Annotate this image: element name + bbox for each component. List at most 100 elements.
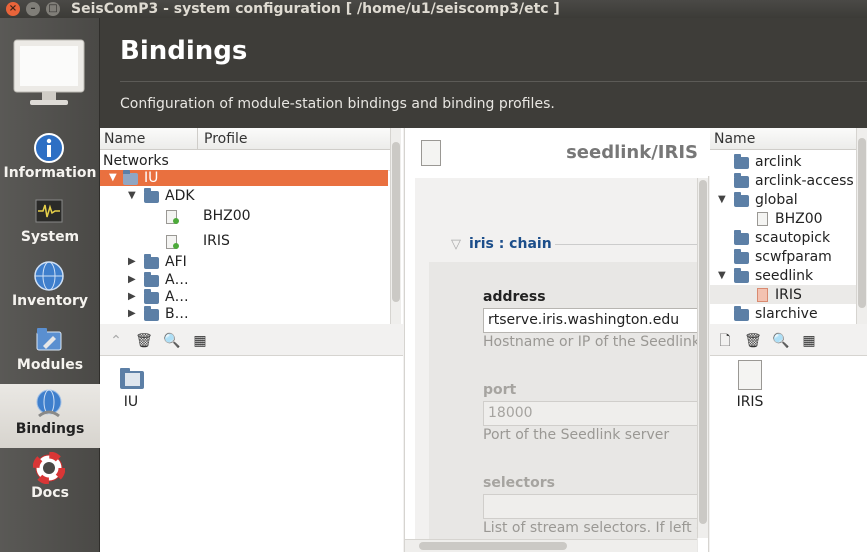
page-title: Bindings xyxy=(120,36,248,66)
selectors-input[interactable] xyxy=(483,494,698,519)
binding-link-icon xyxy=(173,243,179,249)
tree-row-station[interactable]: ▶ A… xyxy=(100,288,388,306)
system-monitor-icon xyxy=(35,199,63,223)
profile-row-arclink-access[interactable]: arclink-access xyxy=(710,171,856,190)
editor-vertical-scrollbar[interactable] xyxy=(697,178,708,538)
column-header-name[interactable]: Name xyxy=(710,128,856,150)
profile-row-slarchive[interactable]: slarchive xyxy=(710,304,856,323)
tree-row-binding-iris[interactable]: IRIS xyxy=(100,231,388,255)
nav-label: Information xyxy=(3,165,97,181)
tree-item-profile: IRIS xyxy=(203,233,230,249)
page-description: Configuration of module-station bindings… xyxy=(120,96,555,112)
scrollbar-thumb[interactable] xyxy=(858,138,866,308)
expand-arrow-icon[interactable]: ▼ xyxy=(718,266,726,286)
window-title: SeisComP3 - system configuration [ /home… xyxy=(71,1,560,17)
binding-link-icon xyxy=(173,218,179,224)
window-titlebar: × – □ SeisComP3 - system configuration [… xyxy=(0,0,867,18)
collapse-arrow-icon[interactable]: ▽ xyxy=(451,237,461,252)
expand-arrow-icon[interactable]: ▼ xyxy=(109,168,117,188)
nav-label: System xyxy=(20,229,80,245)
module-folder-icon xyxy=(734,306,749,321)
profile-file-icon xyxy=(757,212,768,226)
up-arrow-icon[interactable]: ⌃ xyxy=(107,332,125,350)
nav-item-system[interactable]: System xyxy=(0,192,100,256)
sidebar-nav: Information System Inventory Modules Bin… xyxy=(0,18,100,552)
tree-row-station[interactable]: ▶ A… xyxy=(100,271,388,289)
nav-item-modules[interactable]: Modules xyxy=(0,320,100,384)
module-folder-icon xyxy=(734,268,749,283)
scrollbar-thumb[interactable] xyxy=(392,142,400,302)
profile-file-icon[interactable] xyxy=(738,360,762,390)
tree-item-label: arclink xyxy=(755,154,802,170)
station-detail-panel: ⌃ 🗑 🔍 ▦ IU xyxy=(100,326,403,552)
tree-item-label: scautopick xyxy=(755,230,831,246)
port-input[interactable]: 18000 xyxy=(483,401,698,426)
network-folder-icon[interactable] xyxy=(118,364,146,392)
tree-row-station[interactable]: ▶ B… xyxy=(100,305,388,323)
collapsed-arrow-icon[interactable]: ▶ xyxy=(128,252,136,272)
nav-item-inventory[interactable]: Inventory xyxy=(0,256,100,320)
station-tree: Name Profile Networks ▼ IU ▼ ADK BHZ00 I… xyxy=(100,128,403,324)
station-tree-scrollbar[interactable] xyxy=(390,128,401,324)
editor-content: ▽ iris : chain address rtserve.iris.wash… xyxy=(415,178,705,552)
module-folder-icon xyxy=(734,230,749,245)
station-folder-icon xyxy=(144,289,159,304)
new-file-icon[interactable]: 🗋 xyxy=(716,332,734,350)
profile-row-bhz00[interactable]: BHZ00 xyxy=(710,209,856,228)
delete-trash-icon[interactable]: 🗑 xyxy=(135,332,153,350)
minimize-window-button[interactable]: – xyxy=(26,2,40,16)
tree-item-label: IRIS xyxy=(775,287,802,303)
tree-row-station[interactable]: ▶ AFI xyxy=(100,253,388,271)
module-folder-icon xyxy=(734,192,749,207)
module-folder-icon xyxy=(734,173,749,188)
expand-arrow-icon[interactable]: ▼ xyxy=(718,190,726,210)
tree-item-label: arclink-access xyxy=(755,173,854,189)
editor-title: seedlink/IRIS xyxy=(566,142,698,163)
station-toolbar: ⌃ 🗑 🔍 ▦ xyxy=(100,326,403,356)
tree-row-binding-bhz00[interactable]: BHZ00 xyxy=(100,206,388,230)
profile-toolbar: 🗋 🗑 🔍 ▦ xyxy=(710,326,867,356)
profile-row-arclink[interactable]: arclink xyxy=(710,152,856,171)
profile-row-seedlink[interactable]: ▼ seedlink xyxy=(710,266,856,285)
tree-item-label: slarchive xyxy=(755,306,818,322)
selectors-hint: List of stream selectors. If left e xyxy=(483,520,705,536)
lifebuoy-icon xyxy=(33,452,65,484)
tree-item-label: ADK xyxy=(165,188,195,204)
nav-item-information[interactable]: Information xyxy=(0,128,100,192)
grid-view-icon[interactable]: ▦ xyxy=(800,332,818,350)
editor-horizontal-scrollbar[interactable] xyxy=(405,539,697,552)
grid-view-icon[interactable]: ▦ xyxy=(191,332,209,350)
expand-arrow-icon[interactable]: ▼ xyxy=(128,186,136,206)
bindings-globe-icon xyxy=(36,389,62,418)
field-label-selectors: selectors xyxy=(483,475,555,491)
close-window-button[interactable]: × xyxy=(6,2,20,16)
profile-tree-scrollbar[interactable] xyxy=(856,128,867,324)
tree-row-network-iu[interactable]: ▼ IU xyxy=(100,170,388,186)
nav-label: Modules xyxy=(16,357,84,373)
tree-row-station-adk[interactable]: ▼ ADK xyxy=(100,186,388,206)
scrollbar-thumb[interactable] xyxy=(699,180,707,524)
address-input[interactable]: rtserve.iris.washington.edu xyxy=(483,308,698,333)
nav-item-docs[interactable]: Docs xyxy=(0,448,100,512)
search-document-icon[interactable]: 🔍 xyxy=(163,332,181,350)
section-title[interactable]: iris : chain xyxy=(469,236,552,252)
nav-item-bindings[interactable]: Bindings xyxy=(0,384,100,448)
column-header-name[interactable]: Name xyxy=(100,128,198,150)
search-document-icon[interactable]: 🔍 xyxy=(772,332,790,350)
profile-file-icon xyxy=(421,140,441,166)
scrollbar-thumb[interactable] xyxy=(419,542,567,550)
delete-trash-icon[interactable]: 🗑 xyxy=(744,332,762,350)
module-folder-icon xyxy=(734,154,749,169)
station-folder-icon xyxy=(144,306,159,321)
collapsed-arrow-icon[interactable]: ▶ xyxy=(128,304,136,324)
column-header-profile[interactable]: Profile xyxy=(198,128,391,150)
binding-editor: seedlink/IRIS ▽ iris : chain address rts… xyxy=(404,128,710,552)
profile-row-scwfparam[interactable]: scwfparam xyxy=(710,247,856,266)
profile-row-scautopick[interactable]: scautopick xyxy=(710,228,856,247)
profile-tree: Name arclink arclink-access ▼ global BHZ… xyxy=(710,128,867,324)
profile-row-iris[interactable]: IRIS xyxy=(710,285,856,304)
station-folder-icon xyxy=(144,254,159,269)
profile-row-global[interactable]: ▼ global xyxy=(710,190,856,209)
tree-item-label: BHZ00 xyxy=(203,208,251,224)
maximize-window-button[interactable]: □ xyxy=(46,2,60,16)
